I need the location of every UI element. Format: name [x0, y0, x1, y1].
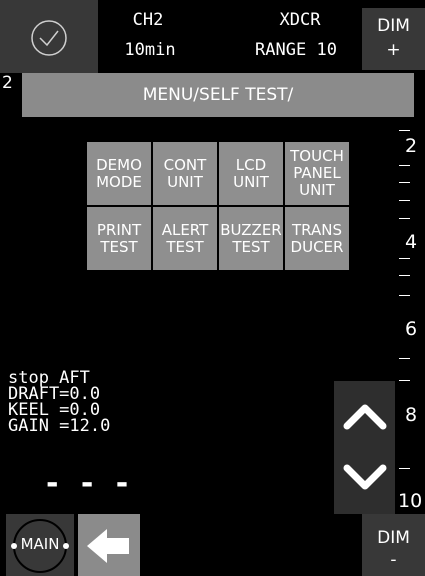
touch-panel-unit-button[interactable]: TOUCH PANEL UNIT: [285, 142, 349, 205]
scale-label-10: 10: [398, 490, 423, 512]
cont-unit-button[interactable]: CONT UNIT: [153, 142, 217, 205]
status-line-4: GAIN =12.0: [8, 416, 111, 436]
range-marker-top: 2: [2, 73, 13, 93]
dim-plus-button[interactable]: DIM +: [362, 8, 425, 70]
scale-tick: [399, 218, 410, 219]
scale-tick: [399, 295, 410, 296]
scale-tick: [399, 165, 410, 166]
buzzer-test-button[interactable]: BUZZER TEST: [219, 207, 283, 270]
dim-minus-label: DIM: [377, 528, 410, 548]
scale-label-4: 4: [405, 231, 418, 253]
check-circle-icon: [31, 20, 67, 56]
depth-scale: 2 4 6 8 10: [396, 118, 425, 518]
alert-test-button[interactable]: ALERT TEST: [153, 207, 217, 270]
self-test-grid: DEMO MODE CONT UNIT LCD UNIT TOUCH PANEL…: [87, 142, 349, 270]
channel-label: CH2: [132, 10, 164, 30]
print-test-button[interactable]: PRINT TEST: [87, 207, 151, 270]
dim-plus-sign: +: [386, 40, 401, 60]
status-text: stop AFT DRAFT=0.0 KEEL =0.0 GAIN =12.0: [8, 370, 111, 436]
transducer-test-button[interactable]: TRANS DUCER: [285, 207, 349, 270]
menu-title: MENU/SELF TEST/: [142, 85, 294, 105]
scale-label-6: 6: [405, 318, 418, 340]
chevron-up-icon[interactable]: [342, 399, 388, 431]
scale-tick: [399, 468, 410, 469]
depth-readout: - - -: [46, 466, 135, 501]
scale-tick: [399, 258, 410, 259]
lcd-unit-button[interactable]: LCD UNIT: [219, 142, 283, 205]
scale-tick: [399, 182, 410, 183]
demo-mode-button[interactable]: DEMO MODE: [87, 142, 151, 205]
dim-plus-label: DIM: [377, 16, 410, 36]
dim-minus-button[interactable]: DIM -: [362, 514, 425, 576]
dim-minus-sign: -: [390, 550, 397, 570]
transducer-label: XDCR: [279, 10, 321, 30]
back-button[interactable]: [78, 514, 140, 576]
scale-tick: [399, 380, 410, 381]
interval-label: 10min: [124, 40, 176, 60]
scale-label-8: 8: [405, 404, 418, 426]
scale-label-2: 2: [405, 135, 418, 157]
range-label[interactable]: RANGE 10: [236, 40, 356, 60]
check-button[interactable]: [0, 0, 98, 73]
scale-tick: [399, 200, 410, 201]
scale-tick: [399, 358, 410, 359]
scroll-control: [334, 381, 395, 514]
arrow-left-icon: [87, 529, 129, 563]
scale-tick: [399, 130, 410, 131]
main-button[interactable]: MAIN: [6, 514, 74, 576]
chevron-down-icon[interactable]: [342, 463, 388, 495]
scale-tick: [399, 275, 410, 276]
menu-title-bar: MENU/SELF TEST/: [22, 73, 414, 117]
main-label: MAIN: [20, 535, 60, 553]
